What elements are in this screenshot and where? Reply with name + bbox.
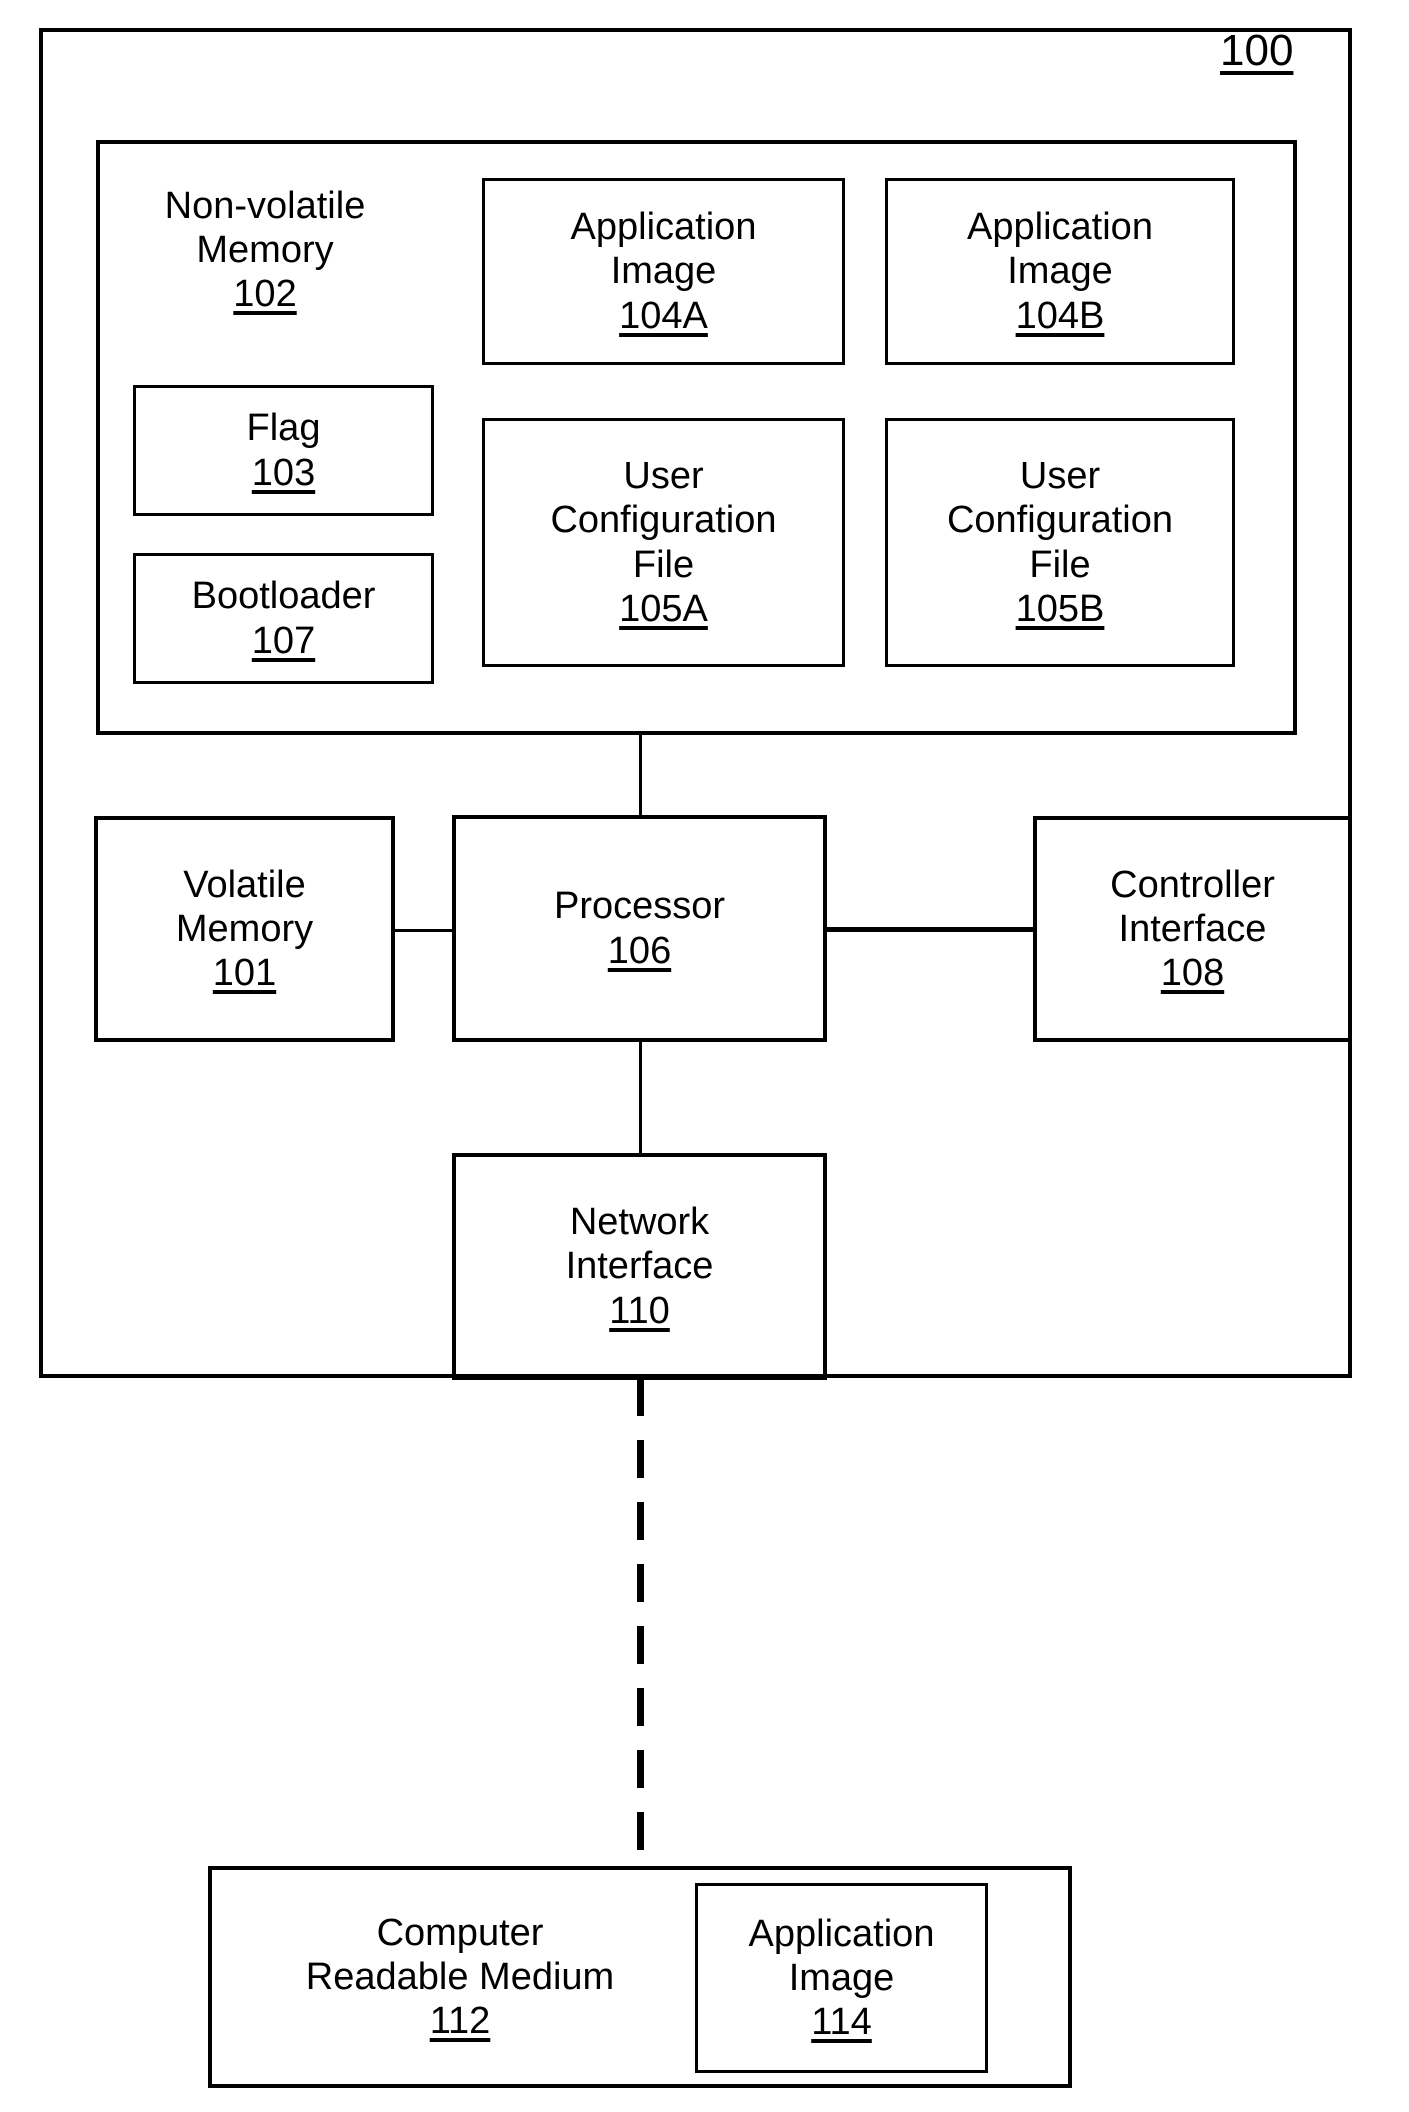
controller-interface-title: Controller Interface [1110,863,1275,950]
network-interface-ref: 110 [609,1289,670,1332]
bootloader-label: Bootloader 107 [133,553,434,684]
user-configuration-file-105b-ref: 105B [1015,587,1105,630]
user-configuration-file-105b-label: User Configuration File 105B [885,418,1235,667]
nonvolatile-memory-ref: 102 [233,273,297,316]
figure-reference-100: 100 [1220,26,1293,76]
connector-volatile-memory-to-processor [395,929,455,932]
user-configuration-file-105a-title: User Configuration File [550,455,777,586]
nonvolatile-memory-label: Non-volatile Memory 102 [100,170,430,330]
network-interface-title: Network Interface [565,1201,714,1288]
bootloader-ref: 107 [251,619,316,662]
processor-label: Processor 106 [452,815,827,1042]
processor-title: Processor [553,885,726,928]
application-image-104b-ref: 104B [1015,294,1105,337]
connector-memory-to-processor [639,735,642,817]
flag-title: Flag [246,407,321,450]
flag-label: Flag 103 [133,385,434,516]
user-configuration-file-105a-ref: 105A [619,587,708,630]
user-configuration-file-105a-label: User Configuration File 105A [482,418,845,667]
connector-processor-to-network-interface [639,1042,642,1155]
processor-ref: 106 [607,929,672,972]
bootloader-title: Bootloader [191,575,376,618]
application-image-114-label: Application Image 114 [695,1883,988,2073]
connector-processor-to-controller-interface [827,927,1035,932]
computer-readable-medium-label: Computer Readable Medium 112 [225,1866,695,2088]
application-image-104b-label: Application Image 104B [885,178,1235,365]
flag-ref: 103 [251,451,316,494]
network-interface-label: Network Interface 110 [452,1153,827,1380]
application-image-114-ref: 114 [811,2001,872,2044]
volatile-memory-ref: 101 [212,952,277,995]
user-configuration-file-105b-title: User Configuration File [946,455,1174,586]
application-image-114-title: Application Image [748,1912,935,1999]
controller-interface-ref: 108 [1160,952,1225,995]
application-image-104a-title: Application Image [570,206,757,293]
volatile-memory-title: Volatile Memory [175,863,314,950]
computer-readable-medium-title: Computer Readable Medium [305,1911,615,1998]
dashed-network-link [637,1378,644,1870]
patent-figure-canvas: 100 Non-volatile Memory 102 Flag 103 Boo… [0,0,1409,2112]
nonvolatile-memory-title: Non-volatile Memory [164,184,366,271]
volatile-memory-label: Volatile Memory 101 [94,816,395,1042]
application-image-104a-ref: 104A [619,294,708,337]
controller-interface-label: Controller Interface 108 [1033,816,1352,1042]
application-image-104b-title: Application Image [967,206,1153,293]
application-image-104a-label: Application Image 104A [482,178,845,365]
figure-reference-100-text: 100 [1220,26,1294,75]
computer-readable-medium-ref: 112 [429,2000,491,2043]
